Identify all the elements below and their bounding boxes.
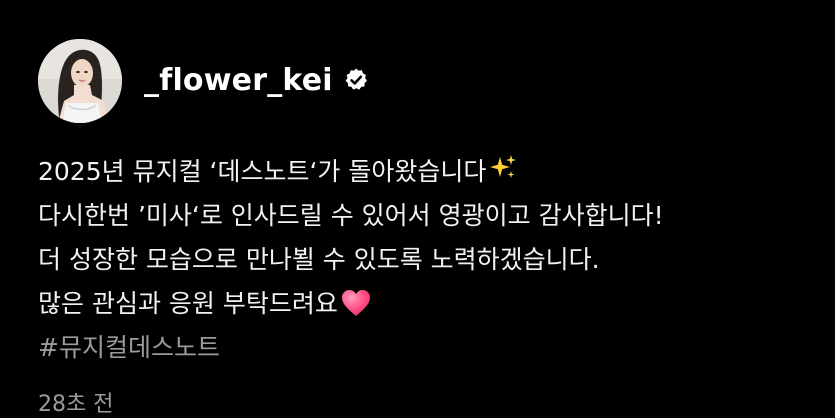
pink-heart-icon: [340, 288, 372, 332]
post-line-4: 많은 관심과 응원 부탁드려요: [38, 282, 664, 326]
username-row: _flower_kei: [144, 63, 369, 98]
post-line-3: 더 성장한 모습으로 만나뵐 수 있도록 노력하겠습니다.: [38, 245, 600, 274]
post-line-1: 2025년 뮤지컬 ‘데스노트‘가 돌아왔습니다: [38, 150, 664, 194]
post-timestamp: 28초 전: [38, 392, 114, 417]
post-line-1-text: 2025년 뮤지컬 ‘데스노트‘가 돌아왔습니다: [38, 157, 487, 186]
verified-badge-icon: [343, 67, 369, 93]
avatar[interactable]: [38, 39, 122, 123]
post-body: 2025년 뮤지컬 ‘데스노트‘가 돌아왔습니다 다시한번 ’미사‘로 인사드릴…: [38, 150, 664, 370]
avatar-photo: [38, 39, 122, 123]
sparkles-icon: [488, 153, 518, 197]
post-header: _flower_kei: [38, 38, 369, 124]
threads-post: _flower_kei 2025년 뮤지컬 ‘데스노트‘가 돌아왔습니다 다시한…: [0, 0, 835, 418]
post-line-2: 다시한번 ’미사‘로 인사드릴 수 있어서 영광이고 감사합니다!: [38, 201, 664, 230]
username[interactable]: _flower_kei: [144, 63, 333, 98]
post-line-4-text: 많은 관심과 응원 부탁드려요: [38, 289, 338, 318]
hashtag-link[interactable]: #뮤지컬데스노트: [38, 326, 664, 370]
